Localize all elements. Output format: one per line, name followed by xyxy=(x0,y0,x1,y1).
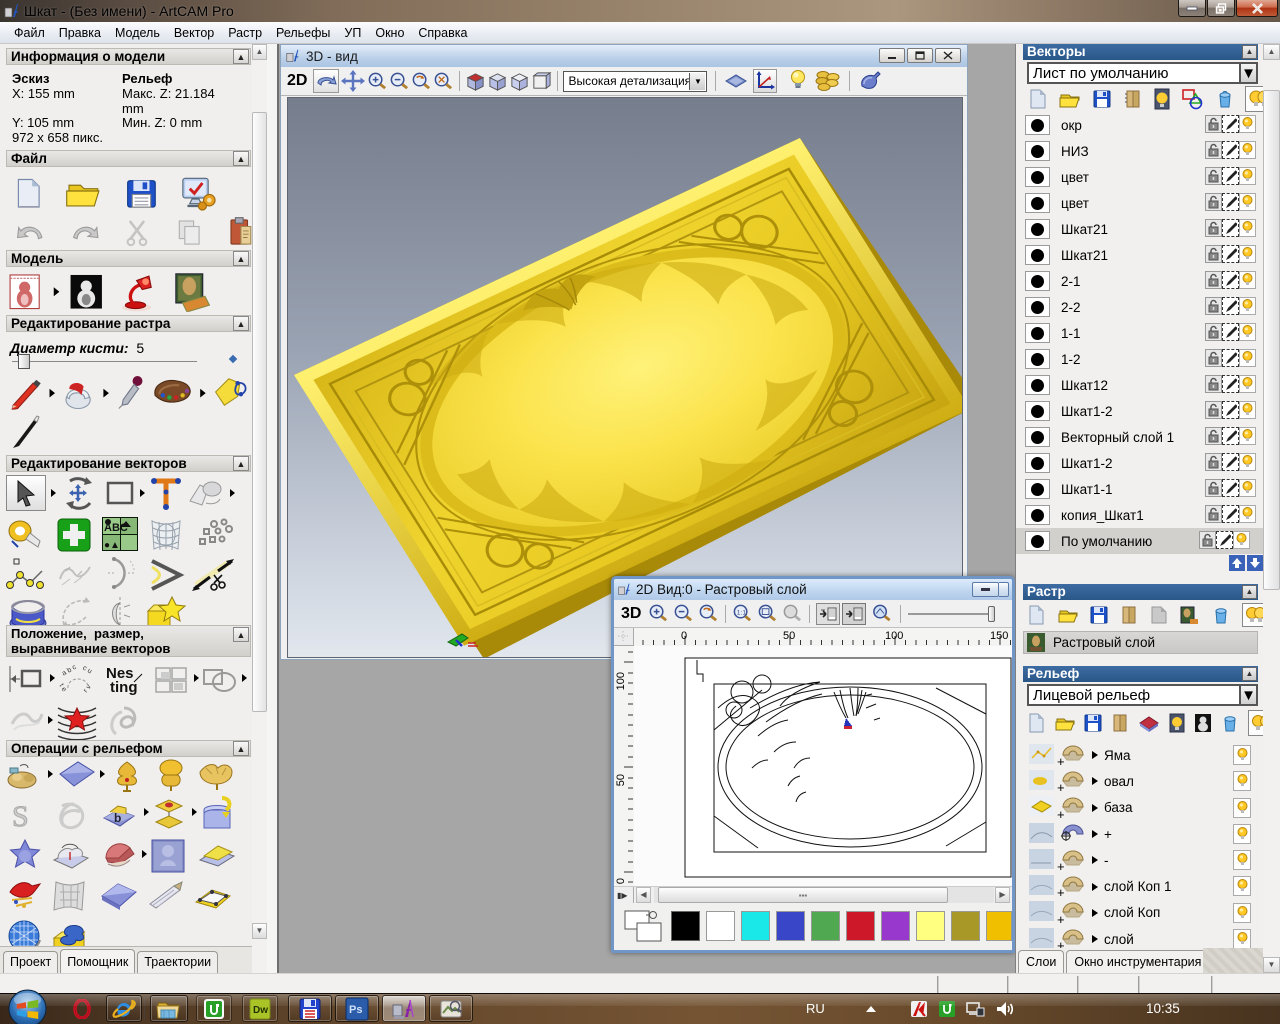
svg-text:●▲: ●▲ xyxy=(104,540,120,551)
svg-text:100: 100 xyxy=(615,672,627,690)
svg-text:c u: c u xyxy=(81,665,93,676)
svg-text:Ps: Ps xyxy=(349,1004,362,1016)
svg-text:S: S xyxy=(12,800,29,833)
svg-text:150: 150 xyxy=(990,630,1008,642)
svg-text:a b c: a b c xyxy=(61,664,78,678)
svg-text:50: 50 xyxy=(783,630,795,642)
svg-text:100: 100 xyxy=(885,630,903,642)
svg-text:0: 0 xyxy=(615,878,627,884)
svg-text:ting: ting xyxy=(110,679,138,696)
svg-text:50: 50 xyxy=(615,774,627,786)
svg-text:1:1: 1:1 xyxy=(737,609,747,616)
svg-text:t e: t e xyxy=(58,683,68,693)
svg-text:0: 0 xyxy=(681,630,687,642)
svg-text:Dw: Dw xyxy=(253,1005,268,1016)
svg-text:b: b xyxy=(114,811,121,825)
